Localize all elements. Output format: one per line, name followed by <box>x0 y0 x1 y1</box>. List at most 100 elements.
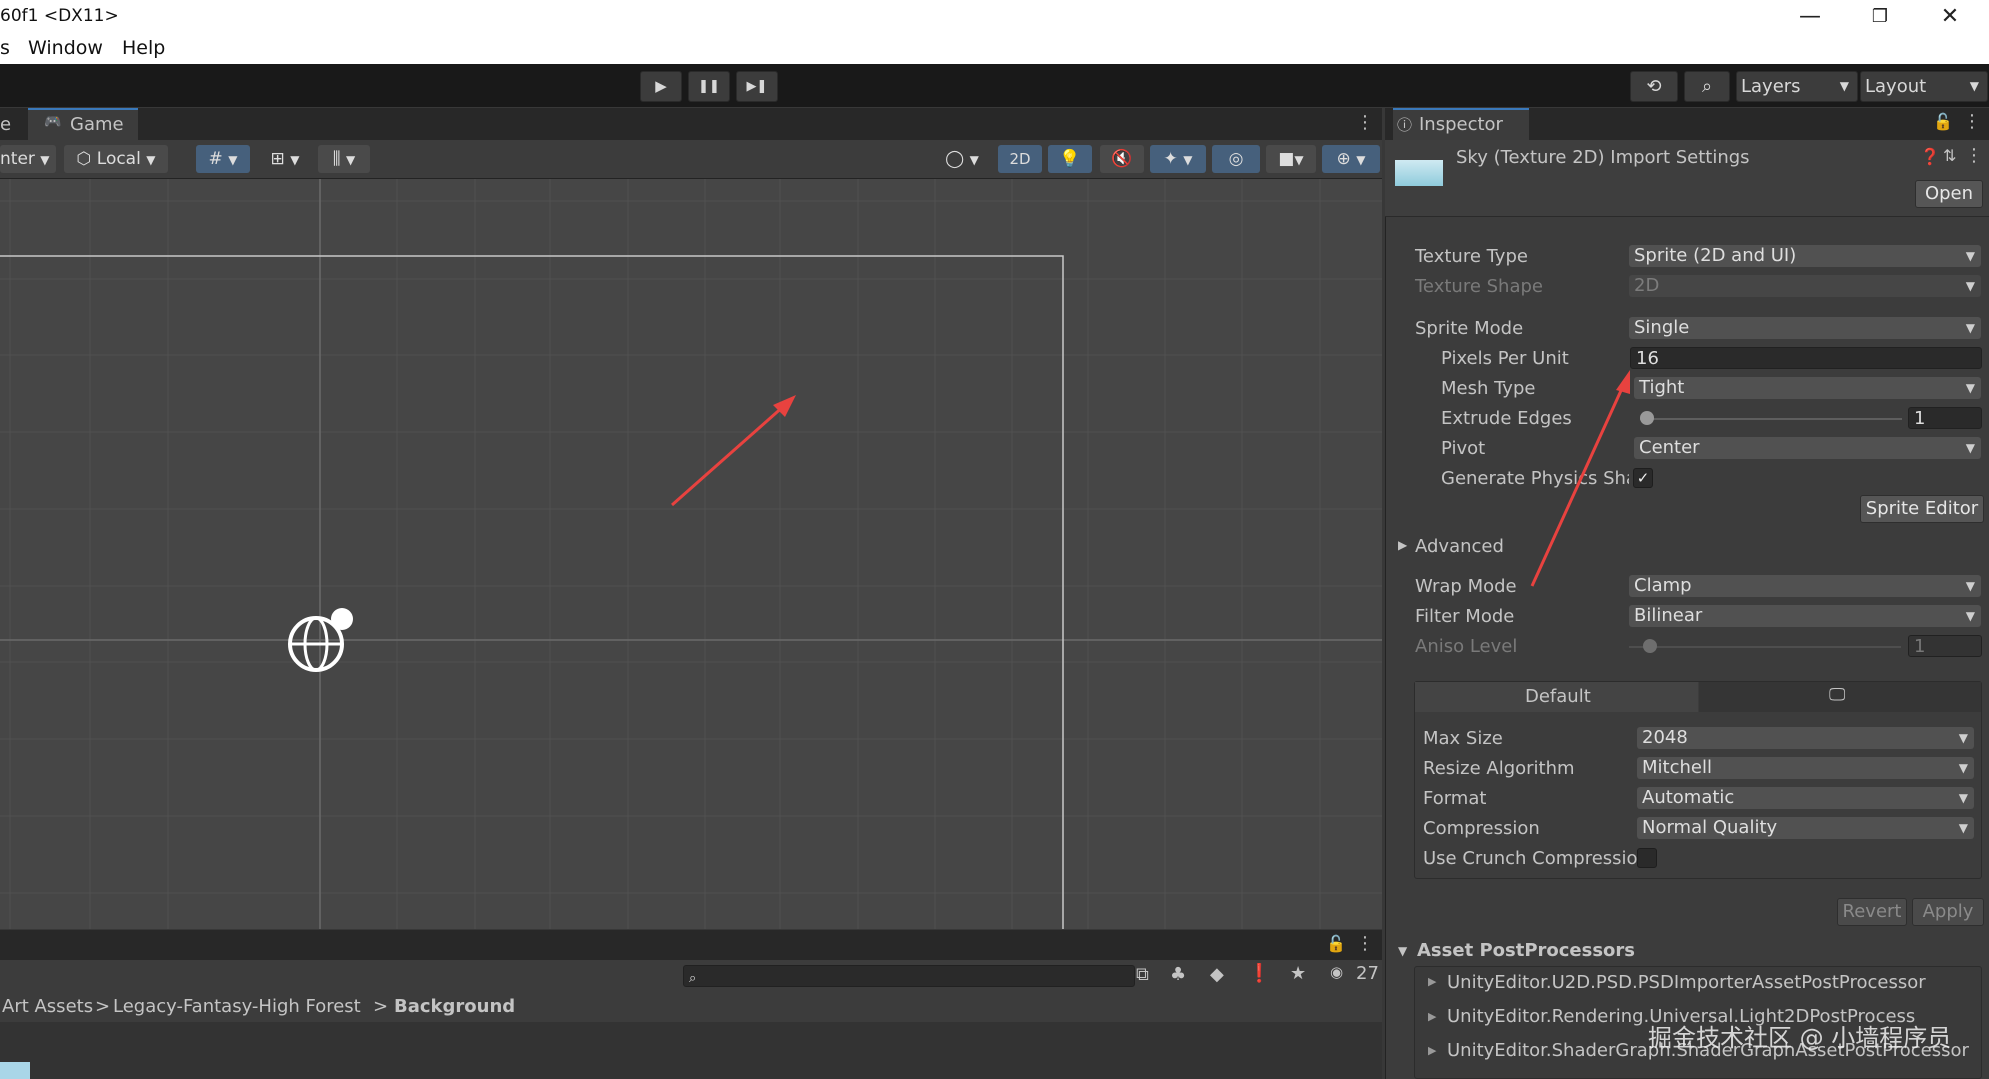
pivot-dropdown[interactable]: nter ▼ <box>0 145 56 173</box>
inspector-tab-bar: ⓘ Inspector 🔓 ⋮ <box>1385 108 1989 140</box>
foldout-arrow-icon[interactable]: ▶ <box>1398 538 1407 552</box>
asset-postprocessors-header[interactable]: Asset PostProcessors <box>1417 940 1635 961</box>
camera-dropdown[interactable]: ■▼ <box>1266 145 1316 173</box>
max-size-value: 2048 <box>1642 727 1688 748</box>
audio-toggle[interactable]: 🔇 <box>1100 145 1144 173</box>
title-bar: 60f1 <DX11> — ❐ ✕ <box>0 0 1989 34</box>
menu-item-window[interactable]: Window <box>28 37 103 59</box>
asset-title: Sky (Texture 2D) Import Settings <box>1456 147 1750 168</box>
wrap-mode-label: Wrap Mode <box>1415 576 1517 597</box>
texture-type-value: Sprite (2D and UI) <box>1634 245 1797 266</box>
foldout-arrow-icon[interactable]: ▶ <box>1428 975 1436 988</box>
tab-standalone-platform[interactable]: 🖵 <box>1699 682 1981 712</box>
crunch-compression-checkbox[interactable] <box>1637 848 1657 868</box>
max-size-dropdown[interactable]: 2048 ▼ <box>1637 727 1974 749</box>
gizmos-dropdown[interactable]: ⊕ ▼ <box>1322 145 1380 173</box>
project-search-input[interactable]: ⌕ <box>683 965 1135 987</box>
shading-dropdown[interactable]: ◯ ▼ <box>934 145 990 173</box>
chevron-down-icon: ▼ <box>1183 153 1193 167</box>
sprite-mode-dropdown[interactable]: Single ▼ <box>1629 317 1981 339</box>
wrap-mode-dropdown[interactable]: Clamp ▼ <box>1629 575 1981 597</box>
sprite-editor-button[interactable]: Sprite Editor <box>1860 495 1984 523</box>
chevron-down-icon: ▼ <box>40 153 50 167</box>
kebab-menu-icon[interactable]: ⋮ <box>1965 145 1983 166</box>
search-icon: ⌕ <box>1701 76 1713 97</box>
chevron-down-icon: ▼ <box>1965 441 1975 455</box>
pixels-per-unit-field[interactable]: 16 <box>1630 347 1982 369</box>
tab-default-platform[interactable]: Default <box>1415 682 1698 712</box>
layout-dropdown[interactable]: Layout ▼ <box>1860 71 1988 102</box>
globe-gizmo-icon[interactable] <box>288 608 353 672</box>
grid-snap-button[interactable]: # ▼ <box>196 145 250 173</box>
minimize-button[interactable]: — <box>1780 2 1840 32</box>
effects-toggle[interactable]: ✦ ▼ <box>1150 145 1206 173</box>
foldout-arrow-icon[interactable]: ▼ <box>1398 944 1407 958</box>
tab-inspector[interactable]: ⓘ Inspector <box>1393 108 1529 140</box>
texture-shape-dropdown: 2D ▼ <box>1629 275 1981 297</box>
lighting-toggle[interactable]: 💡 <box>1048 145 1092 173</box>
filter-mode-value: Bilinear <box>1634 605 1703 626</box>
help-icon[interactable]: ❓ <box>1920 147 1940 166</box>
filter-mode-dropdown[interactable]: Bilinear ▼ <box>1629 605 1981 627</box>
increment-snap-button[interactable]: ⊞ ▼ <box>258 145 312 173</box>
chevron-down-icon: ▼ <box>1839 79 1849 93</box>
max-size-label: Max Size <box>1423 728 1503 749</box>
search-by-type-icon[interactable]: ⧉ <box>1136 964 1149 985</box>
apply-button[interactable]: Apply <box>1912 898 1984 926</box>
history-button[interactable]: ⟲ <box>1630 71 1678 102</box>
play-button[interactable]: ▶ <box>640 71 682 102</box>
star-icon[interactable]: ★ <box>1290 963 1306 984</box>
kebab-menu-icon[interactable]: ⋮ <box>1356 933 1374 954</box>
maximize-button[interactable]: ❐ <box>1850 2 1910 32</box>
tab-game[interactable]: 🎮 Game <box>28 108 138 140</box>
foldout-arrow-icon[interactable]: ▶ <box>1428 1010 1436 1023</box>
annotation-arrow <box>671 395 796 507</box>
breadcrumb-current[interactable]: Background <box>394 996 515 1017</box>
pivot-label: Pivot <box>1441 438 1486 459</box>
lock-icon[interactable]: 🔓 <box>1933 112 1953 131</box>
menu-item-help[interactable]: Help <box>122 37 165 59</box>
asset-thumbnail[interactable] <box>0 1062 30 1079</box>
compression-dropdown[interactable]: Normal Quality ▼ <box>1637 817 1974 839</box>
step-button[interactable]: ▶❚ <box>736 71 778 102</box>
breadcrumb-item[interactable]: Legacy-Fantasy-High Forest <box>113 996 361 1017</box>
mesh-type-dropdown[interactable]: Tight ▼ <box>1634 377 1981 399</box>
chevron-down-icon: ▼ <box>1294 153 1304 167</box>
search-button[interactable]: ⌕ <box>1684 71 1730 102</box>
hidden-objects-toggle[interactable]: ◎ <box>1212 145 1260 173</box>
close-button[interactable]: ✕ <box>1920 2 1980 32</box>
layers-dropdown[interactable]: Layers ▼ <box>1736 71 1858 102</box>
extrude-edges-slider-track[interactable] <box>1640 418 1902 420</box>
local-dropdown[interactable]: ⬡ Local ▼ <box>64 145 168 173</box>
list-item[interactable]: UnityEditor.U2D.PSD.PSDImporterAssetPost… <box>1447 972 1926 993</box>
breadcrumb-item[interactable]: Art Assets <box>2 996 93 1017</box>
tab-scene[interactable]: e <box>0 114 11 135</box>
log-alert-icon[interactable]: ❗ <box>1248 963 1270 984</box>
presets-icon[interactable]: ⇅ <box>1943 146 1956 165</box>
2d-toggle[interactable]: 2D <box>998 145 1042 173</box>
pivot-dropdown[interactable]: Center ▼ <box>1634 437 1981 459</box>
lock-icon[interactable]: 🔓 <box>1326 934 1346 953</box>
pause-button[interactable]: ❚❚ <box>688 71 730 102</box>
kebab-menu-icon[interactable]: ⋮ <box>1963 111 1981 132</box>
revert-button[interactable]: Revert <box>1837 898 1907 926</box>
open-button[interactable]: Open <box>1915 180 1983 208</box>
chevron-down-icon: ▼ <box>1965 249 1975 263</box>
advanced-foldout[interactable]: Advanced <box>1415 536 1504 557</box>
kebab-menu-icon[interactable]: ⋮ <box>1356 112 1374 133</box>
menu-item-partial[interactable]: s <box>0 37 10 59</box>
foldout-arrow-icon[interactable]: ▶ <box>1428 1044 1436 1057</box>
scene-viewport[interactable] <box>0 179 1382 929</box>
layers-label: Layers <box>1741 76 1801 97</box>
extrude-edges-field[interactable]: 1 <box>1908 407 1982 429</box>
format-dropdown[interactable]: Automatic ▼ <box>1637 787 1974 809</box>
chevron-down-icon: ▼ <box>290 153 300 167</box>
label-tag-icon[interactable]: ◆ <box>1210 964 1224 985</box>
filter-icon[interactable]: ♣ <box>1170 964 1186 985</box>
resize-algorithm-dropdown[interactable]: Mitchell ▼ <box>1637 757 1974 779</box>
extrude-edges-slider-thumb[interactable] <box>1640 411 1654 425</box>
ruler-button[interactable]: ⫼ ▼ <box>318 145 370 173</box>
chevron-down-icon: ▼ <box>1356 153 1366 167</box>
crunch-compression-label: Use Crunch Compressio <box>1423 848 1638 869</box>
texture-type-dropdown[interactable]: Sprite (2D and UI) ▼ <box>1629 245 1981 267</box>
